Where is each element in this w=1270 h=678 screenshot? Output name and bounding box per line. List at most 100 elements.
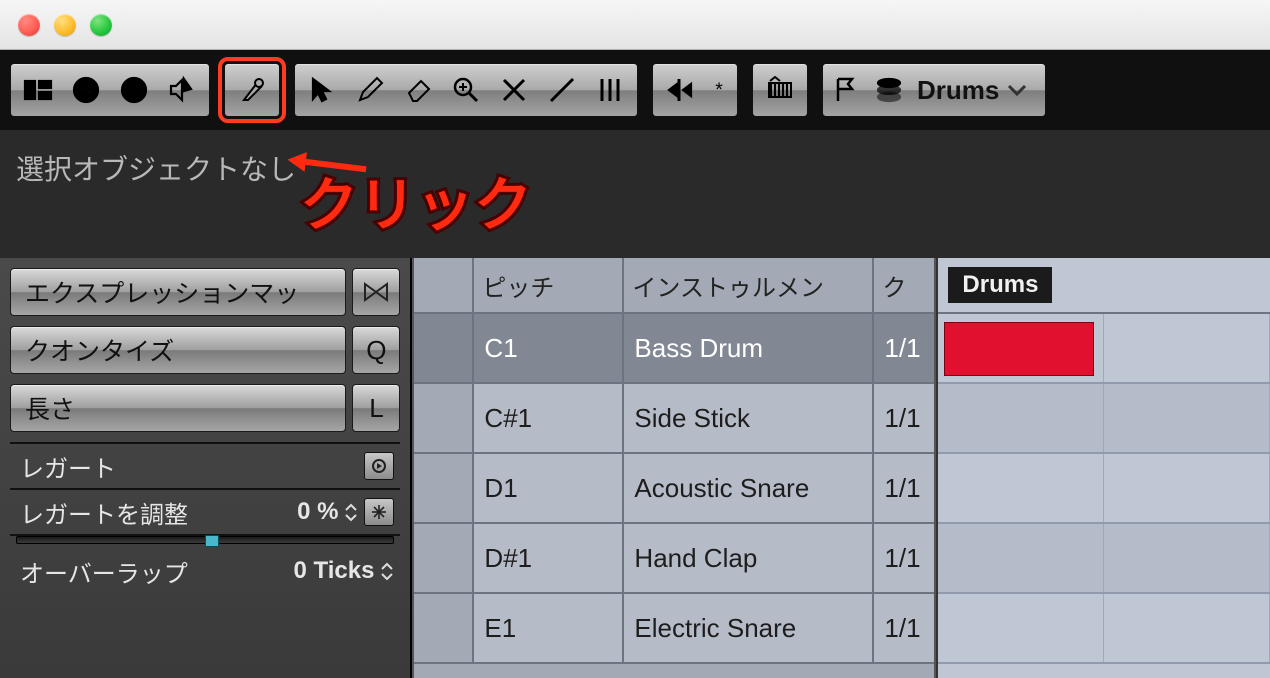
cell-instrument[interactable]: Hand Clap: [624, 524, 874, 592]
eraser-icon: [403, 75, 433, 105]
autoscroll-settings-button[interactable]: *: [705, 67, 733, 113]
section-expression-map[interactable]: エクスプレッションマッ: [10, 268, 346, 316]
grid-row[interactable]: [938, 524, 1270, 594]
length-badge[interactable]: L: [352, 384, 400, 432]
param-label: オーバーラップ: [20, 554, 188, 589]
solo-button[interactable]: S: [63, 67, 109, 113]
cell-instrument[interactable]: Side Stick: [624, 384, 874, 452]
cell-pitch[interactable]: C1: [474, 314, 624, 382]
cell-instrument[interactable]: Acoustic Snare: [624, 454, 874, 522]
table-row[interactable]: C1Bass Drum1/1: [414, 314, 934, 384]
cell-quantize[interactable]: 1/1: [874, 524, 934, 592]
mute-tool-button[interactable]: [491, 67, 537, 113]
chevron-up-icon: [380, 561, 394, 571]
part-label[interactable]: Drums: [948, 267, 1052, 303]
grid-row[interactable]: [938, 594, 1270, 664]
grid-row[interactable]: [938, 384, 1270, 454]
row-handle[interactable]: [414, 454, 474, 522]
left-panel: エクスプレッションマッ クオンタイズ Q 長さ L レガート レ: [0, 258, 412, 678]
row-handle[interactable]: [414, 594, 474, 662]
toolbar: S 1: [0, 50, 1270, 130]
zoom-tool-button[interactable]: [443, 67, 489, 113]
grid-row[interactable]: [938, 454, 1270, 524]
svg-text:1: 1: [130, 83, 139, 100]
play-circle-icon: [371, 458, 387, 474]
stack-icon: [874, 75, 904, 105]
table-row[interactable]: D#1Hand Clap1/1: [414, 524, 934, 594]
quantize-badge[interactable]: Q: [352, 326, 400, 374]
column-header-pitch[interactable]: ピッチ: [474, 258, 624, 312]
line-tool-button[interactable]: [539, 67, 585, 113]
grid-header: Drums: [938, 258, 1270, 314]
solo-icon: S: [71, 75, 101, 105]
legato-slider[interactable]: [16, 536, 394, 544]
param-value-text[interactable]: 0 %: [297, 498, 338, 526]
row-handle[interactable]: [414, 384, 474, 452]
window-close-button[interactable]: [18, 14, 40, 36]
toolbar-group-tools: [294, 63, 638, 117]
drumstick-tool-button[interactable]: [229, 67, 275, 113]
flag-icon: [832, 75, 862, 105]
autoscroll-icon: [665, 75, 695, 105]
toolbar-group-snap: [752, 63, 808, 117]
preset-label: Drums: [917, 75, 999, 106]
cell-instrument[interactable]: Bass Drum: [624, 314, 874, 382]
row-handle[interactable]: [414, 524, 474, 592]
asterisk-icon: *: [711, 75, 727, 105]
cell-instrument[interactable]: Electric Snare: [624, 594, 874, 662]
freeze-button[interactable]: [364, 498, 394, 526]
cell-pitch[interactable]: C#1: [474, 384, 624, 452]
column-header-blank[interactable]: [414, 258, 474, 312]
bars-icon: [595, 75, 625, 105]
drumstick-icon: [237, 75, 267, 105]
pointer-tool-button[interactable]: [299, 67, 345, 113]
param-value-text[interactable]: 0 Ticks: [293, 557, 374, 585]
expression-badge[interactable]: [352, 268, 400, 316]
draw-tool-button[interactable]: [347, 67, 393, 113]
drum-note[interactable]: [944, 322, 1094, 376]
line-icon: [547, 75, 577, 105]
autoscroll-button[interactable]: [657, 67, 703, 113]
toolbar-group-preset: Drums: [822, 63, 1046, 117]
snap-button[interactable]: [757, 67, 803, 113]
column-header-quantize[interactable]: ク: [874, 258, 934, 312]
cell-quantize[interactable]: 1/1: [874, 594, 934, 662]
window-zoom-button[interactable]: [90, 14, 112, 36]
svg-text:*: *: [715, 79, 723, 101]
value-stepper[interactable]: [380, 561, 394, 582]
cell-quantize[interactable]: 1/1: [874, 384, 934, 452]
feedback-button[interactable]: [159, 67, 205, 113]
table-row[interactable]: C#1Side Stick1/1: [414, 384, 934, 454]
preset-select[interactable]: Drums: [911, 75, 1041, 106]
color-flag-button[interactable]: [827, 67, 867, 113]
single-button[interactable]: 1: [111, 67, 157, 113]
table-row[interactable]: E1Electric Snare1/1: [414, 594, 934, 664]
cell-pitch[interactable]: E1: [474, 594, 624, 662]
drum-map-table: ピッチ インストゥルメン ク C1Bass Drum1/1C#1Side Sti…: [412, 258, 936, 678]
table-row[interactable]: D1Acoustic Snare1/1: [414, 454, 934, 524]
window-minimize-button[interactable]: [54, 14, 76, 36]
column-header-instrument[interactable]: インストゥルメン: [624, 258, 874, 312]
grid-row[interactable]: [938, 314, 1270, 384]
cell-pitch[interactable]: D1: [474, 454, 624, 522]
snap-icon: [765, 75, 795, 105]
section-quantize[interactable]: クオンタイズ: [10, 326, 346, 374]
grid-rows[interactable]: [938, 314, 1270, 664]
chevron-down-icon: [344, 513, 358, 523]
speaker-cursor-icon: [167, 75, 197, 105]
cell-quantize[interactable]: 1/1: [874, 454, 934, 522]
erase-tool-button[interactable]: [395, 67, 441, 113]
cell-pitch[interactable]: D#1: [474, 524, 624, 592]
legato-apply-button[interactable]: [364, 452, 394, 480]
preset-menu-button[interactable]: [869, 67, 909, 113]
row-handle[interactable]: [414, 314, 474, 382]
layout-button[interactable]: [15, 67, 61, 113]
section-length[interactable]: 長さ: [10, 384, 346, 432]
panel-section: 長さ L: [10, 384, 400, 432]
param-legato: レガート: [10, 444, 400, 490]
cell-quantize[interactable]: 1/1: [874, 314, 934, 382]
table-body: C1Bass Drum1/1C#1Side Stick1/1D1Acoustic…: [414, 314, 934, 664]
mac-titlebar: [0, 0, 1270, 50]
timewarp-tool-button[interactable]: [587, 67, 633, 113]
value-stepper[interactable]: [344, 502, 358, 523]
